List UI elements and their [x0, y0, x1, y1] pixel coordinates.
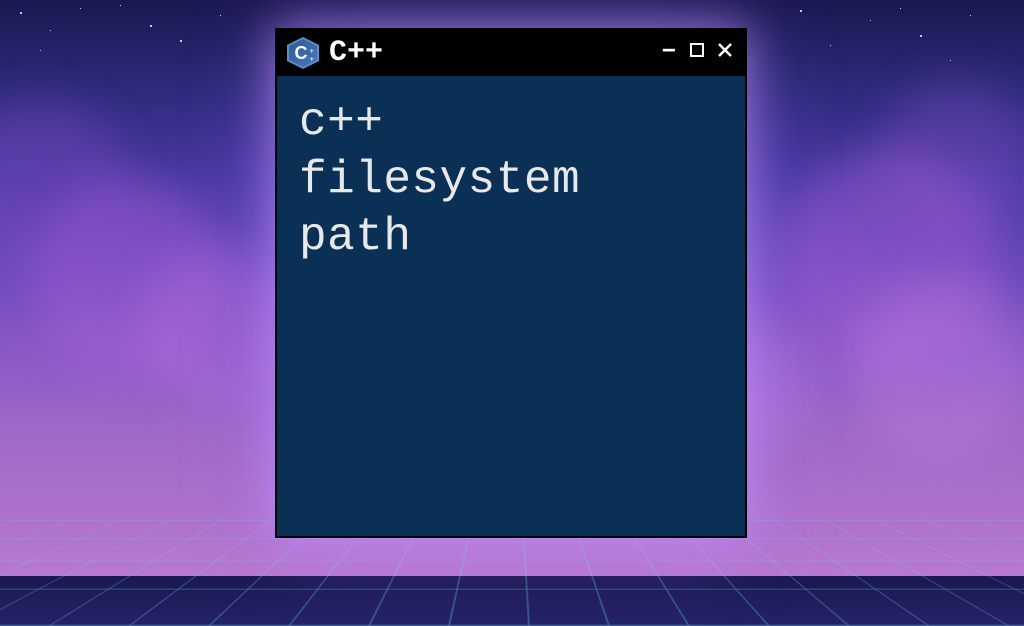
close-button[interactable]	[715, 41, 735, 66]
minimize-button[interactable]: −	[659, 41, 679, 65]
window-title: C++	[329, 36, 649, 70]
window-body: c++ filesystem path	[277, 76, 745, 285]
body-line-3: path	[299, 209, 723, 267]
body-line-1: c++	[299, 94, 723, 152]
maximize-button[interactable]	[687, 42, 707, 64]
window-controls: −	[659, 41, 735, 66]
body-line-2: filesystem	[299, 152, 723, 210]
titlebar[interactable]: C + + C++ −	[277, 30, 745, 76]
cpp-logo-icon: C + +	[287, 37, 319, 69]
terminal-window: C + + C++ − c++ filesystem	[275, 28, 747, 538]
